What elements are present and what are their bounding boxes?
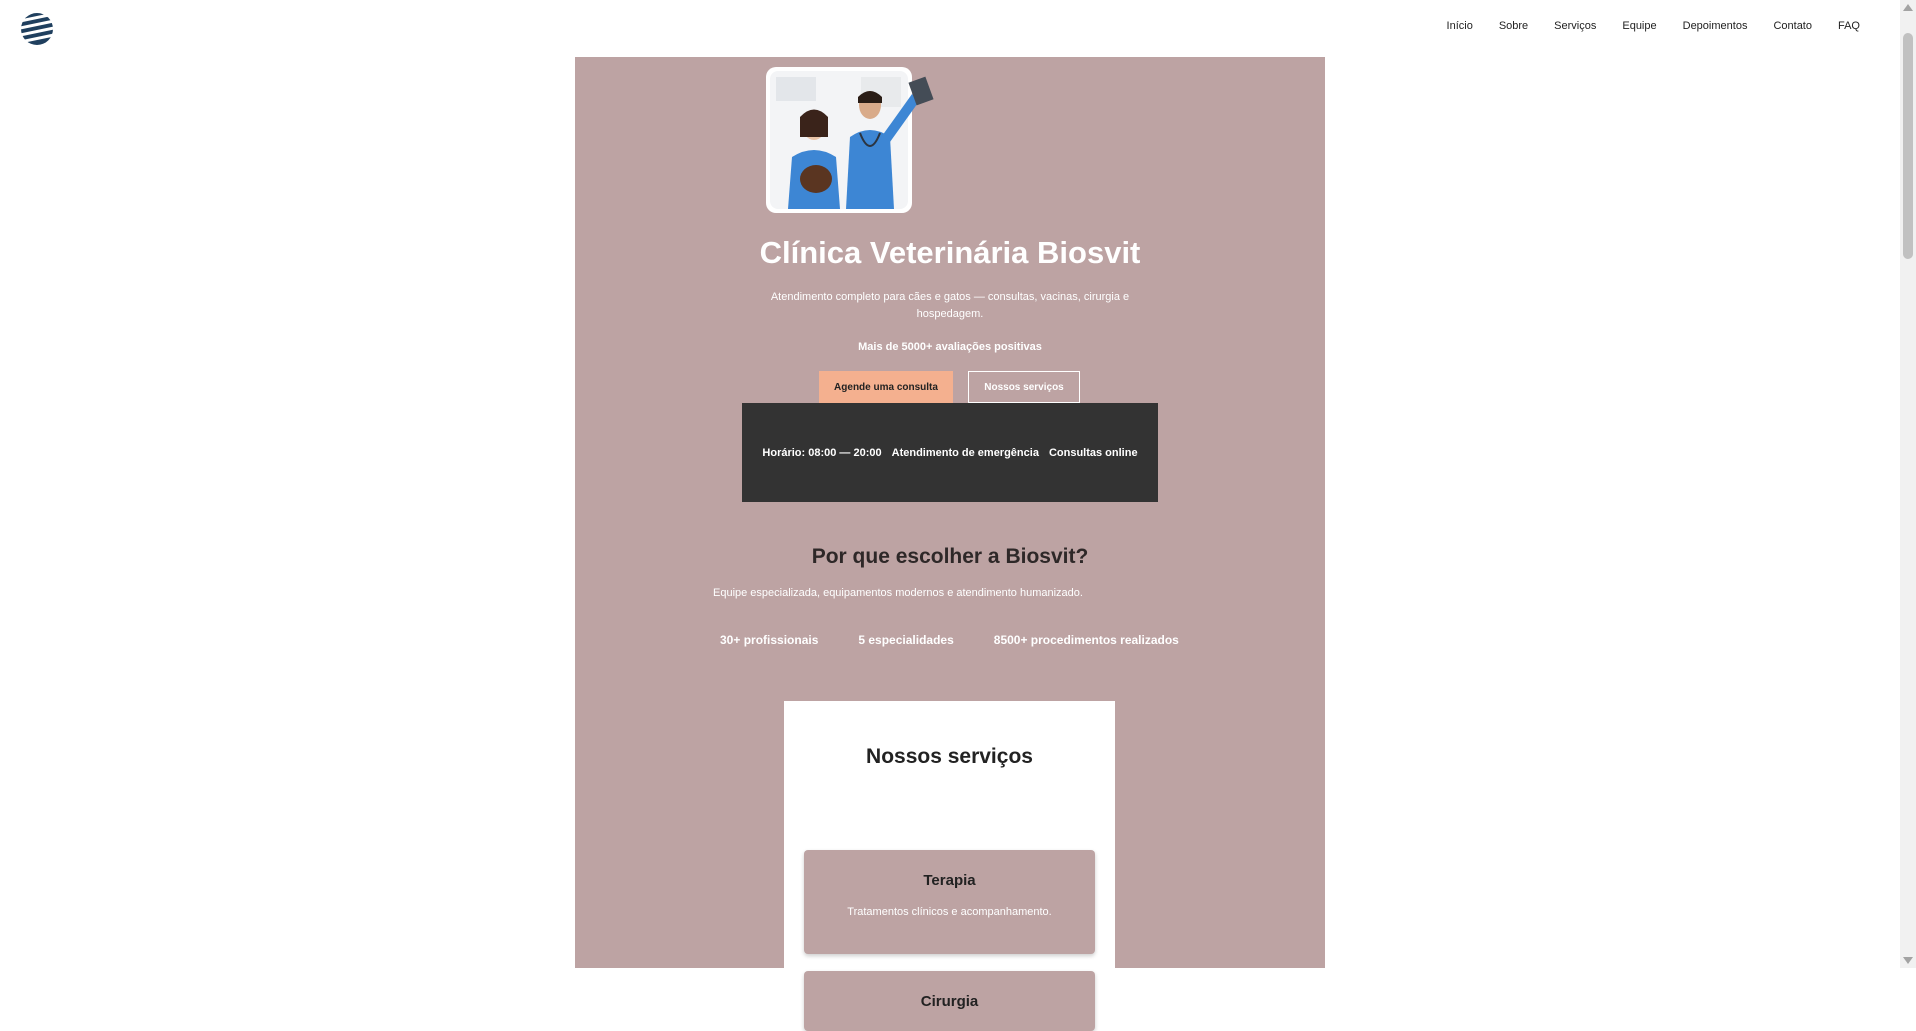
service-card-surgery[interactable]: Cirurgia [804, 971, 1095, 1031]
nav-link-contato[interactable]: Contato [1773, 20, 1812, 32]
services-title: Nossos serviços [866, 745, 1033, 768]
main-content: Clínica Veterinária Biosvit Atendimento … [575, 57, 1325, 1031]
online-info: Consultas online [1048, 446, 1138, 459]
stat-specialties: 5 especialidades [858, 633, 954, 647]
nav-link-inicio[interactable]: Início [1447, 20, 1473, 32]
why-section-subtitle: Equipe especializada, equipamentos moder… [713, 587, 1083, 599]
book-appointment-button[interactable]: Agende uma consulta [819, 371, 953, 403]
hero-title: Clínica Veterinária Biosvit [759, 235, 1141, 270]
hours-info: Horário: 08:00 — 20:00 [762, 446, 882, 459]
service-card-title: Cirurgia [920, 993, 979, 1010]
stat-professionals: 30+ profissionais [720, 633, 819, 647]
nav-link-sobre[interactable]: Sobre [1499, 20, 1528, 32]
vet-team-photo [766, 67, 934, 213]
nav-link-equipe[interactable]: Equipe [1622, 20, 1656, 32]
rating-text: Mais de 5000+ avaliações positivas [858, 341, 1042, 353]
services-section: Nossos serviços Terapia Tratamentos clín… [784, 701, 1115, 1031]
scroll-thumb[interactable] [1903, 33, 1913, 259]
nav-link-depoimentos[interactable]: Depoimentos [1683, 20, 1748, 32]
stats-row: 30+ profissionais 5 especialidades 8500+… [720, 633, 1179, 647]
service-card-title: Terapia [923, 872, 976, 889]
stat-procedures: 8500+ procedimentos realizados [993, 633, 1179, 647]
page-scrollbar[interactable] [1900, 0, 1916, 968]
scroll-down-arrow-icon[interactable] [1903, 957, 1913, 964]
logo-icon[interactable] [20, 12, 54, 46]
why-section-title: Por que escolher a Biosvit? [811, 545, 1089, 568]
info-bar: Horário: 08:00 — 20:00 Atendimento de em… [742, 403, 1158, 502]
service-card-therapy[interactable]: Terapia Tratamentos clínicos e acompanha… [804, 850, 1095, 954]
top-navbar: Início Sobre Serviços Equipe Depoimentos… [0, 0, 1900, 56]
nav-link-servicos[interactable]: Serviços [1554, 20, 1596, 32]
main-nav: Início Sobre Serviços Equipe Depoimentos… [1421, 20, 1860, 32]
scroll-up-arrow-icon[interactable] [1903, 4, 1913, 11]
hero-photo [766, 67, 956, 213]
emergency-info: Atendimento de emergência [891, 446, 1039, 459]
our-services-button[interactable]: Nossos serviços [968, 371, 1080, 403]
hero-subtitle: Atendimento completo para cães e gatos —… [770, 291, 1130, 320]
nav-link-faq[interactable]: FAQ [1838, 20, 1860, 32]
service-card-desc: Tratamentos clínicos e acompanhamento. [847, 906, 1052, 918]
